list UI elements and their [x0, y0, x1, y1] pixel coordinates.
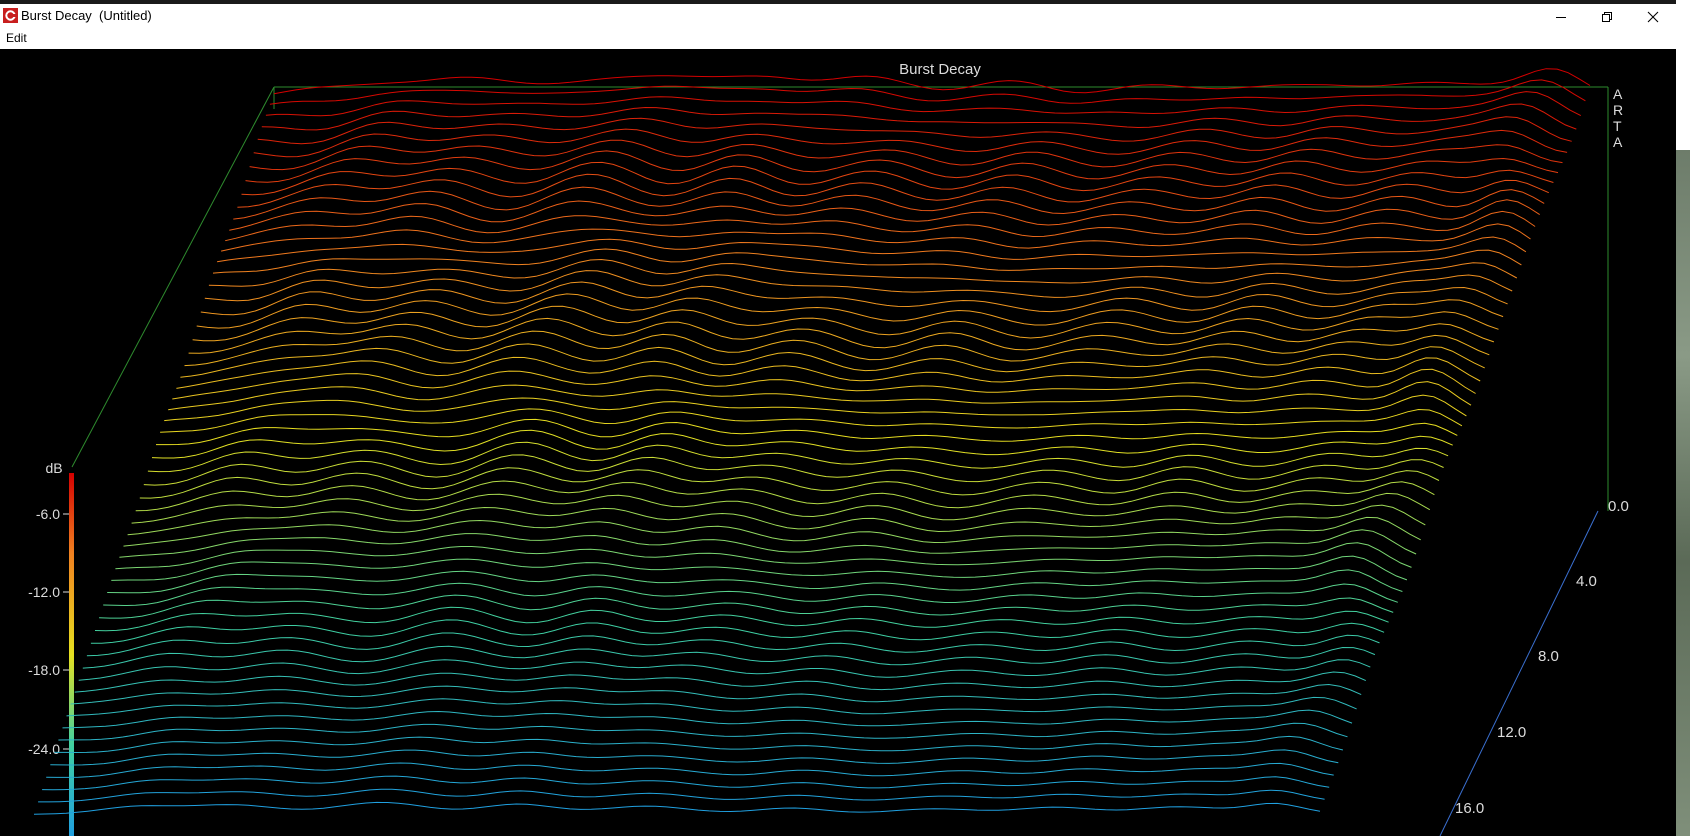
decay-trace [204, 270, 1513, 302]
decay-trace [147, 441, 1449, 473]
decay-trace [135, 480, 1435, 512]
decay-trace [33, 801, 1321, 815]
decay-trace [225, 210, 1536, 242]
decay-trace [208, 258, 1518, 287]
decay-trace [241, 161, 1554, 196]
arta-letter: R [1613, 102, 1623, 118]
colorbar-unit: dB [45, 460, 62, 476]
decay-trace [127, 504, 1426, 536]
decay-trace [229, 199, 1540, 231]
decay-trace [99, 594, 1394, 619]
waterfall-traces [33, 68, 1591, 815]
arta-brand: A R T A [1613, 86, 1623, 150]
decay-trace [139, 467, 1440, 499]
desktop-edge [1676, 0, 1690, 836]
colorbar-ticks: -6.0 -12.0 -18.0 -24.0 [28, 506, 69, 757]
arta-letter: A [1613, 86, 1623, 102]
depth-axis-tick-label: 16.0 [1455, 800, 1484, 817]
depth-axis-tick-label: 12.0 [1497, 724, 1526, 741]
decay-trace [103, 582, 1398, 607]
decay-trace [131, 492, 1431, 524]
colorbar [69, 473, 74, 836]
decay-trace [261, 103, 1577, 131]
decay-trace [58, 722, 1348, 741]
burst-decay-plot[interactable]: Burst Decay A R T A dB -6.0 -12.0 -18.0 -24… [0, 49, 1676, 836]
desktop-background [1676, 150, 1690, 836]
decay-trace [38, 788, 1325, 803]
restore-button[interactable] [1584, 4, 1630, 29]
arta-app-icon [3, 8, 18, 23]
menu-bar: Edit [0, 29, 1676, 49]
decay-trace [151, 429, 1453, 459]
minimize-icon [1556, 16, 1566, 18]
window-title: Burst Decay (Untitled) [21, 8, 152, 23]
decay-trace [164, 394, 1467, 422]
decay-trace [70, 683, 1362, 705]
depth-axis-tick-label: 0.0 [1608, 498, 1629, 515]
decay-trace [46, 762, 1334, 778]
decay-trace [233, 186, 1545, 220]
decay-trace [123, 516, 1421, 547]
decay-trace [143, 454, 1444, 486]
colorbar-tick-label: -12.0 [28, 584, 60, 600]
decay-trace [86, 632, 1380, 657]
decay-trace [257, 116, 1572, 145]
decay-trace [50, 749, 1339, 766]
decay-trace [66, 696, 1357, 717]
decay-trace [82, 645, 1376, 669]
decay-trace [237, 173, 1550, 208]
depth-axis-ticks: 0.0 4.0 8.0 12.0 16.0 [1455, 498, 1629, 817]
depth-axis-tick-label: 4.0 [1576, 573, 1597, 590]
minimize-button[interactable] [1538, 4, 1584, 29]
arta-letter: A [1613, 134, 1623, 150]
depth-axis-line [1439, 510, 1599, 836]
decay-trace [54, 735, 1344, 754]
depth-axis-tick-label: 8.0 [1538, 648, 1559, 665]
close-button[interactable] [1630, 4, 1676, 29]
decay-trace [94, 606, 1389, 632]
arta-letter: T [1613, 118, 1622, 134]
decay-trace [269, 79, 1586, 105]
restore-icon [1602, 11, 1612, 22]
decay-trace [62, 709, 1353, 729]
chart-title: Burst Decay [899, 61, 981, 78]
colorbar-tick-label: -24.0 [28, 741, 60, 757]
menu-item-edit[interactable]: Edit [6, 31, 27, 45]
colorbar-tick-label: -6.0 [36, 506, 60, 522]
decay-trace [119, 529, 1417, 558]
decay-trace [42, 775, 1330, 791]
waterfall-chart: Burst Decay A R T A dB -6.0 -12.0 -18.0 -24… [28, 61, 1629, 836]
close-icon [1647, 11, 1659, 22]
decay-trace [115, 542, 1412, 570]
window-titlebar[interactable]: Burst Decay (Untitled) [0, 4, 1676, 29]
colorbar-tick-label: -18.0 [28, 662, 60, 678]
